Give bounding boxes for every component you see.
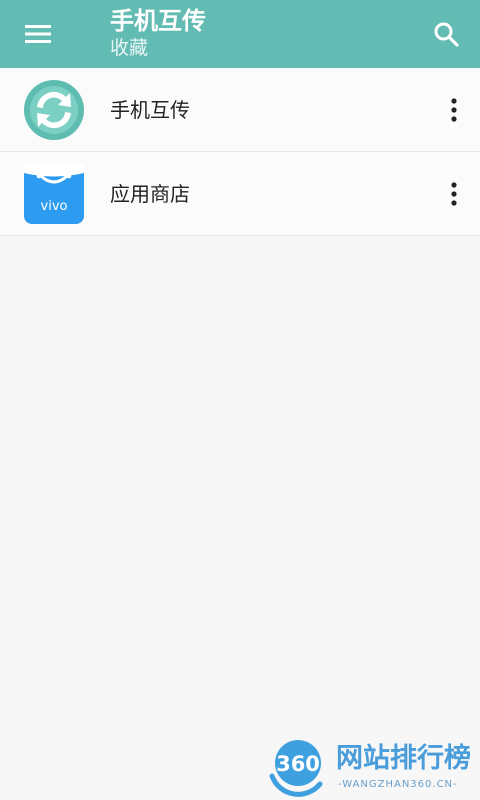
hamburger-menu-icon <box>25 25 51 43</box>
watermark-logo-text: 360 <box>276 752 320 776</box>
watermark: 360 网站排行榜 -WANGZHAN360.CN- <box>266 736 478 798</box>
title-block: 手机互传 收藏 <box>110 6 206 60</box>
app-icon-text: vivo <box>41 199 68 214</box>
search-icon <box>434 22 459 47</box>
favorites-list: 手机互传 vivo 应用商店 <box>0 68 480 236</box>
app-store-app-icon: vivo <box>24 164 84 224</box>
page-title: 手机互传 <box>110 7 206 35</box>
phone-transfer-app-icon <box>24 80 84 140</box>
list-item-app-store[interactable]: vivo 应用商店 <box>0 152 480 236</box>
more-vertical-icon <box>451 98 457 122</box>
more-vertical-icon <box>451 182 457 206</box>
list-item-label: 应用商店 <box>110 182 190 206</box>
watermark-logo: 360 <box>269 740 323 797</box>
list-item-label: 手机互传 <box>110 98 190 122</box>
menu-button[interactable] <box>18 18 58 50</box>
search-button[interactable] <box>430 18 462 50</box>
app-bar: 手机互传 收藏 <box>0 0 480 68</box>
watermark-title: 网站排行榜 <box>336 743 471 774</box>
list-item-phone-transfer[interactable]: 手机互传 <box>0 68 480 152</box>
watermark-url: -WANGZHAN360.CN- <box>338 779 458 790</box>
more-options-button[interactable] <box>442 92 466 128</box>
page-subtitle: 收藏 <box>110 37 149 59</box>
more-options-button[interactable] <box>442 176 466 212</box>
